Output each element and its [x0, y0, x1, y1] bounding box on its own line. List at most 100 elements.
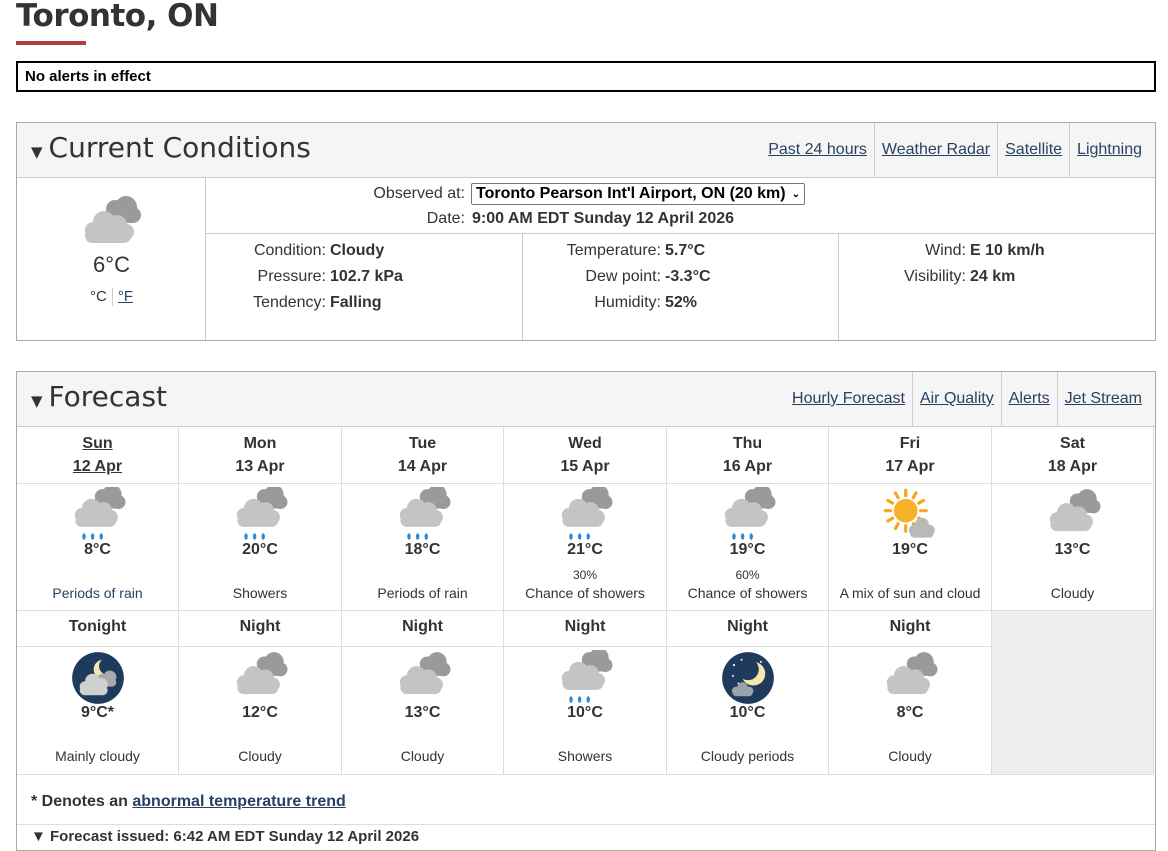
forecast-day-temperature: 18°C [404, 541, 441, 558]
abnormal-temperature-trend-link[interactable]: abnormal temperature trend [132, 793, 345, 810]
forecast-day-summary: Chance of showers [525, 585, 645, 601]
forecast-title: Forecast [48, 380, 168, 413]
pressure-label: Pressure: [257, 268, 326, 285]
current-temperature: 6°C [93, 252, 130, 277]
forecast-day-date: 14 Apr [397, 458, 448, 475]
forecast-night-title: Night [727, 618, 768, 635]
forecast-night-temperature: 13°C [404, 704, 441, 721]
forecast-header: ▼ Forecast Hourly Forecast Air Quality A… [17, 372, 1155, 427]
forecast-day-summary: Periods of rain [377, 585, 468, 601]
forecast-day-name: Wed [568, 435, 602, 452]
current-conditions-body: 6°C °C °F Observed at: Toronto Pearson In… [17, 178, 1155, 340]
cloudy-icon [79, 192, 143, 253]
satellite-link[interactable]: Satellite [997, 123, 1069, 177]
forecast-night-title: Night [564, 618, 606, 635]
forecast-day-cell: 19°C 60% Chance of showers [667, 484, 829, 611]
forecast-night-title: Night [239, 618, 281, 635]
forecast-toggle[interactable]: ▼ Forecast [31, 380, 167, 413]
forecast-night-cell: 10°C Showers [504, 647, 667, 775]
forecast-night-summary: Cloudy periods [700, 748, 795, 764]
forecast-night-cell: 8°C Cloudy [829, 647, 992, 775]
humidity-label: Humidity: [594, 294, 661, 311]
lightning-link[interactable]: Lightning [1069, 123, 1149, 177]
forecast-day-summary: A mix of sun and cloud [839, 585, 981, 601]
forecast-day-cell: 20°C Showers [179, 484, 342, 611]
forecast-panel: ▼ Forecast Hourly Forecast Air Quality A… [16, 371, 1156, 851]
forecast-day-name: Tue [408, 435, 437, 452]
tendency-label: Tendency: [253, 294, 326, 311]
forecast-night-summary: Showers [557, 748, 613, 764]
forecast-links: Hourly Forecast Air Quality Alerts Jet S… [785, 372, 1149, 426]
observation-station-select[interactable]: Toronto Pearson Int'l Airport, ON (20 km… [471, 183, 805, 205]
forecast-day-name: Mon [243, 435, 277, 452]
forecast-night-temperature: 10°C [567, 704, 603, 721]
rain-icon [557, 647, 613, 706]
condition-value: Cloudy [330, 242, 385, 259]
collapse-triangle-icon: ▼ [31, 391, 43, 410]
forecast-day-name: Fri [899, 435, 921, 452]
hourly-forecast-link[interactable]: Hourly Forecast [785, 372, 912, 426]
forecast-day-header: Sat 18 Apr [992, 427, 1154, 484]
forecast-day-cell: 8°C Periods of rain [17, 484, 179, 611]
collapse-triangle-icon: ▼ [31, 142, 43, 161]
current-conditions-title: Current Conditions [48, 131, 311, 164]
abnormal-trend-legend: * Denotes an abnormal temperature trend [17, 775, 1155, 825]
night-partly-cloudy-icon [720, 650, 776, 706]
forecast-night-summary: Cloudy [888, 748, 932, 764]
cloudy-icon [232, 650, 288, 706]
forecast-night-cell: 13°C Cloudy [342, 647, 504, 775]
forecast-day-summary: Chance of showers [687, 585, 808, 601]
visibility-value: 24 km [970, 268, 1016, 285]
unit-fahrenheit-link[interactable]: °F [118, 288, 133, 305]
current-conditions-links: Past 24 hours Weather Radar Satellite Li… [761, 123, 1149, 177]
forecast-day-name: Sun [82, 435, 113, 452]
forecast-night-temperature: 9°C* [80, 704, 115, 721]
condition-label: Condition: [253, 242, 326, 259]
forecast-night-header: Night [829, 611, 992, 647]
forecast-day-header: Wed 15 Apr [504, 427, 667, 484]
forecast-night-temperature: 8°C [896, 704, 924, 721]
forecast-grid: Sun 12 Apr 8°C Periods of rain Mon 13 Apr 20°C… [17, 427, 1155, 776]
rain-icon [395, 484, 451, 543]
air-quality-link[interactable]: Air Quality [911, 372, 1001, 426]
weather-radar-link[interactable]: Weather Radar [873, 123, 997, 177]
forecast-day-header[interactable]: Sun 12 Apr [17, 427, 179, 484]
date-value: 9:00 AM EDT Sunday 12 April 2026 [472, 210, 735, 227]
title-underline [16, 41, 86, 45]
forecast-night-summary: Mainly cloudy [55, 748, 140, 764]
forecast-day-header: Thu 16 Apr [667, 427, 829, 484]
details-column-2: Temperature: 5.7°C Dew point: -3.3°C Humid… [522, 234, 838, 340]
forecast-day-date: 12 Apr [72, 458, 123, 475]
forecast-day-temperature: 8°C [84, 541, 111, 558]
forecast-night-title: Tonight [68, 618, 127, 635]
forecast-night-title: Night [402, 618, 443, 635]
date-label: Date: [426, 210, 465, 227]
past-24-hours-link[interactable]: Past 24 hours [761, 123, 874, 177]
temperature-value: 5.7°C [665, 242, 706, 259]
forecast-night-cell: 9°C* Mainly cloudy [17, 647, 179, 775]
forecast-night-header: Night [342, 611, 504, 647]
forecast-night-header: Night [667, 611, 829, 647]
night-cloudy-icon [70, 650, 126, 706]
wind-label: Wind: [925, 242, 966, 259]
legend-prefix: * Denotes an [31, 793, 128, 810]
forecast-issued-toggle[interactable]: ▼ Forecast issued: 6:42 AM EDT Sunday 12… [31, 828, 419, 845]
alerts-link[interactable]: Alerts [1000, 372, 1057, 426]
forecast-day-pop: 30% [572, 568, 598, 582]
unit-celsius: °C [89, 288, 107, 305]
forecast-day-header: Fri 17 Apr [829, 427, 992, 484]
forecast-night-cell: 12°C Cloudy [179, 647, 342, 775]
forecast-day-date: 16 Apr [722, 458, 773, 475]
temperature-label: Temperature: [566, 242, 661, 259]
forecast-day-date: 15 Apr [560, 458, 610, 475]
rain-icon [70, 484, 126, 543]
current-conditions-toggle[interactable]: ▼ Current Conditions [31, 131, 311, 164]
forecast-night-cell: 10°C Cloudy periods [667, 647, 829, 775]
current-conditions-panel: ▼ Current Conditions Past 24 hours Weath… [16, 122, 1156, 341]
cloudy-icon [395, 650, 451, 706]
jet-stream-link[interactable]: Jet Stream [1056, 372, 1149, 426]
details-column-3: Wind: E 10 km/h Visibility: 24 km [838, 234, 1155, 340]
current-summary: 6°C °C °F [17, 178, 206, 340]
page-title: Toronto, ON [16, 0, 219, 34]
unit-switcher: °C °F [17, 288, 206, 307]
